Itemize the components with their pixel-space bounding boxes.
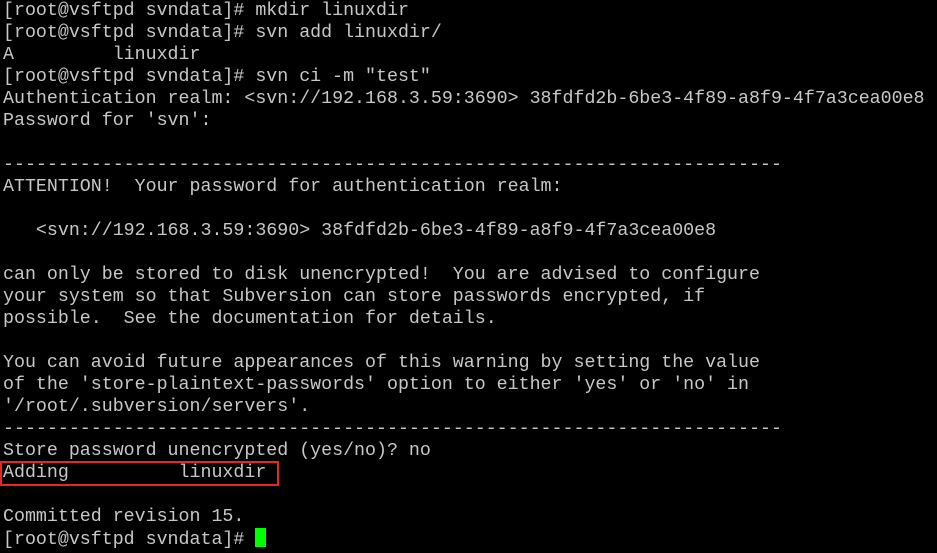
- terminal-line: You can avoid future appearances of this…: [3, 353, 760, 373]
- terminal-line: Authentication realm: <svn://192.168.3.5…: [3, 89, 925, 109]
- terminal-line: Committed revision 15.: [3, 507, 245, 527]
- terminal-line: [root@vsftpd svndata]# svn add linuxdir/: [3, 23, 442, 43]
- terminal-line: Store password unencrypted (yes/no)? no: [3, 441, 431, 461]
- terminal-line: your system so that Subversion can store…: [3, 287, 706, 307]
- terminal-line: of the 'store-plaintext-passwords' optio…: [3, 375, 749, 395]
- terminal-prompt: [root@vsftpd svndata]#: [3, 530, 256, 550]
- terminal-output: [root@vsftpd svndata]# mkdir linuxdir [r…: [3, 0, 925, 550]
- terminal-prompt-line[interactable]: [root@vsftpd svndata]#: [3, 528, 925, 550]
- terminal-line: '/root/.subversion/servers'.: [3, 397, 311, 417]
- terminal-line: ----------------------------------------…: [3, 419, 782, 439]
- terminal-cursor: [255, 528, 267, 547]
- terminal-line: <svn://192.168.3.59:3690> 38fdfd2b-6be3-…: [3, 221, 717, 241]
- terminal-line: A linuxdir: [3, 45, 201, 65]
- terminal-line-adding: Adding linuxdir: [3, 463, 267, 483]
- terminal-line: can only be stored to disk unencrypted! …: [3, 265, 760, 285]
- terminal-line: possible. See the documentation for deta…: [3, 309, 497, 329]
- terminal-line: ----------------------------------------…: [3, 155, 782, 175]
- terminal-line: [root@vsftpd svndata]# mkdir linuxdir: [3, 1, 409, 21]
- terminal-line: ATTENTION! Your password for authenticat…: [3, 177, 563, 197]
- terminal-window[interactable]: [root@vsftpd svndata]# mkdir linuxdir [r…: [0, 0, 937, 553]
- terminal-line: [root@vsftpd svndata]# svn ci -m "test": [3, 67, 431, 87]
- terminal-line: Password for 'svn':: [3, 111, 212, 131]
